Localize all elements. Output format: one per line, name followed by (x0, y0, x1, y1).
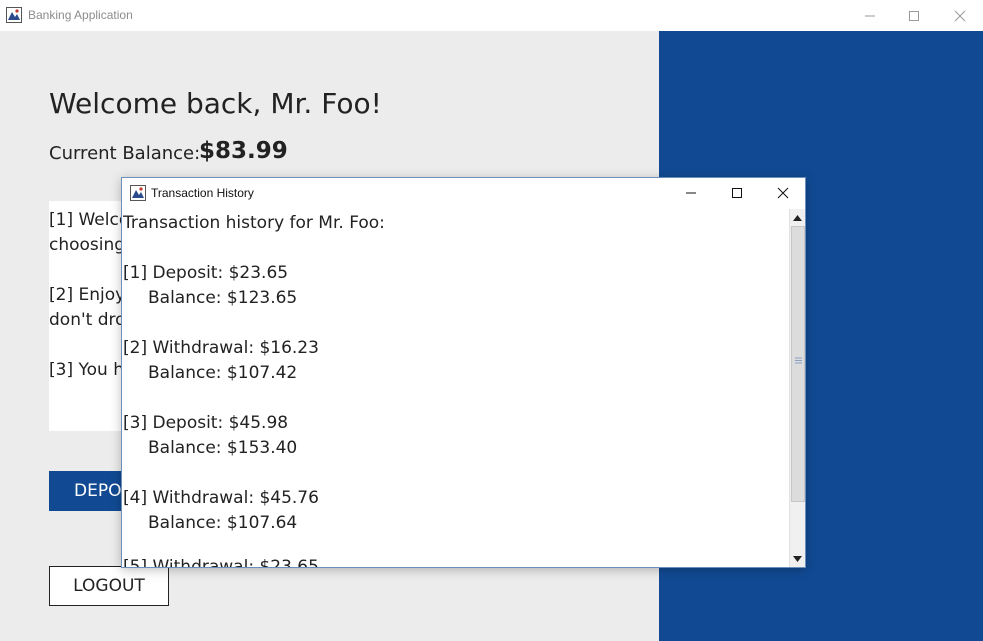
logout-button[interactable]: LOGOUT (49, 566, 169, 606)
arrow-up-icon (793, 214, 802, 221)
balance-line: Balance: $107.42 (148, 363, 298, 383)
notification-line: [2] Enjoy (49, 285, 126, 305)
scroll-down-button[interactable] (790, 551, 805, 566)
scroll-thumb[interactable] (791, 226, 805, 502)
maximize-icon (732, 188, 742, 198)
transaction-line: [4] Withdrawal: $45.76 (123, 488, 319, 508)
java-app-icon (130, 185, 146, 201)
welcome-heading: Welcome back, Mr. Foo! (49, 87, 382, 120)
balance-line: Balance: $107.64 (148, 513, 298, 533)
close-icon (777, 187, 789, 199)
transaction-history-dialog: Transaction History Transaction history … (121, 177, 806, 568)
dialog-title-bar[interactable]: Transaction History (122, 178, 805, 208)
notification-line: [1] Welco (49, 210, 130, 230)
maximize-icon (909, 10, 919, 21)
scroll-up-button[interactable] (790, 210, 805, 225)
transaction-line: [2] Withdrawal: $16.23 (123, 338, 319, 358)
dialog-minimize-button[interactable] (668, 178, 714, 208)
java-app-icon (6, 7, 22, 23)
notification-line: don't dro (49, 310, 126, 330)
dialog-title: Transaction History (151, 186, 254, 200)
balance-line: Balance: $123.65 (148, 288, 298, 308)
vertical-scrollbar[interactable] (789, 209, 805, 567)
transaction-line: [1] Deposit: $23.65 (123, 263, 289, 283)
minimize-icon (865, 15, 875, 16)
notification-line: [3] You h (49, 360, 124, 380)
transaction-line: [3] Deposit: $45.98 (123, 413, 289, 433)
arrow-down-icon (793, 555, 802, 562)
close-button[interactable] (937, 0, 983, 31)
dialog-maximize-button[interactable] (714, 178, 760, 208)
close-icon (954, 10, 966, 21)
grip-icon (795, 357, 802, 364)
transaction-line: [5] Withdrawal: $23.65 (123, 557, 319, 567)
minimize-icon (686, 192, 696, 194)
minimize-button[interactable] (847, 0, 893, 31)
dialog-close-button[interactable] (760, 178, 806, 208)
transaction-history-text[interactable]: Transaction history for Mr. Foo: [1] Dep… (123, 209, 789, 567)
main-title-bar: Banking Application (0, 0, 983, 31)
balance-value: $83.99 (199, 138, 288, 164)
balance-label: Current Balance: (49, 143, 201, 164)
balance-line: Balance: $153.40 (148, 438, 298, 458)
notification-line: choosing (49, 235, 126, 255)
history-header: Transaction history for Mr. Foo: (123, 213, 385, 233)
maximize-button[interactable] (891, 0, 937, 31)
window-title: Banking Application (28, 8, 133, 22)
